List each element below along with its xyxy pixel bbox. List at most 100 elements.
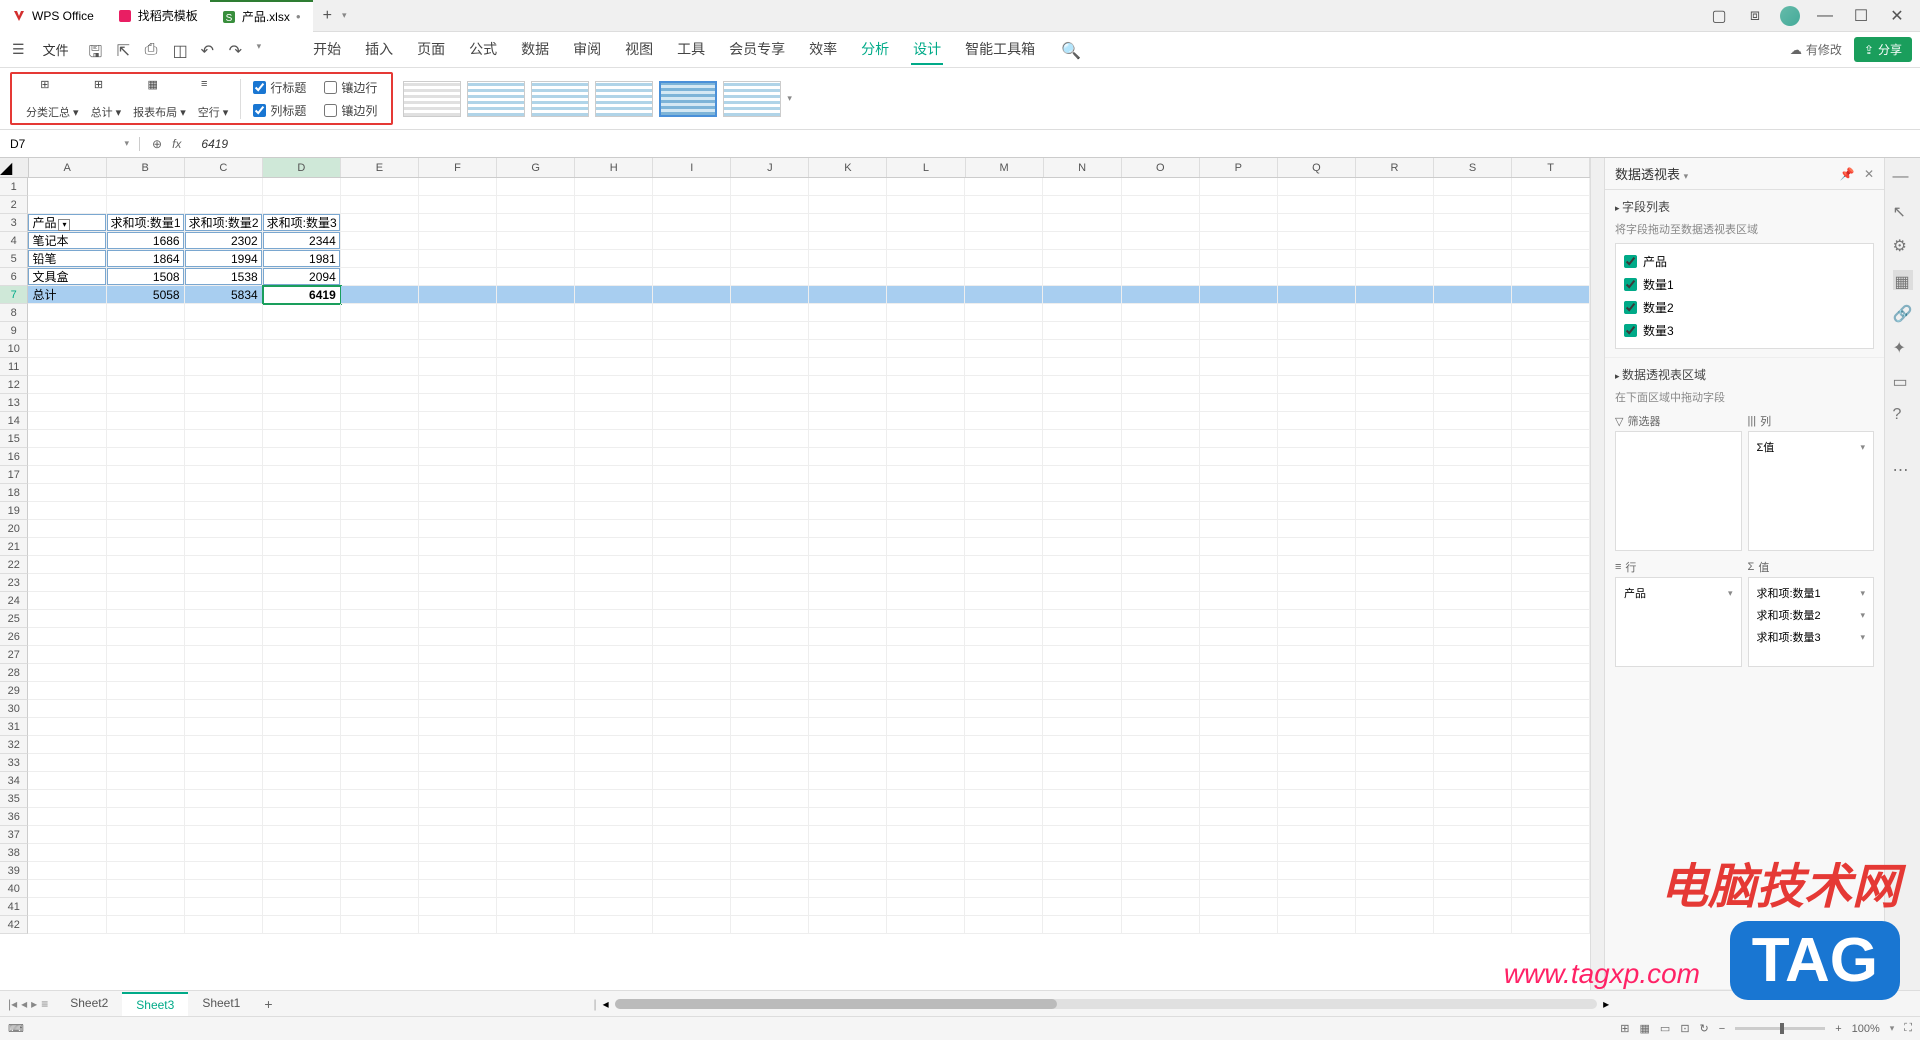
cell-R17[interactable] — [1356, 466, 1434, 484]
cell-M16[interactable] — [965, 448, 1043, 466]
menu-tab-5[interactable]: 审阅 — [571, 35, 603, 65]
cell-H34[interactable] — [575, 772, 653, 790]
cell-D30[interactable] — [263, 700, 341, 718]
cell-D34[interactable] — [263, 772, 341, 790]
cell-F11[interactable] — [419, 358, 497, 376]
cell-N39[interactable] — [1043, 862, 1121, 880]
cell-J16[interactable] — [731, 448, 809, 466]
cell-P4[interactable] — [1200, 232, 1278, 250]
cell-T29[interactable] — [1512, 682, 1590, 700]
cell-N42[interactable] — [1043, 916, 1121, 934]
cell-L22[interactable] — [887, 556, 965, 574]
cell-L20[interactable] — [887, 520, 965, 538]
cell-K38[interactable] — [809, 844, 887, 862]
cell-O27[interactable] — [1122, 646, 1200, 664]
cell-N1[interactable] — [1043, 178, 1121, 196]
cell-G8[interactable] — [497, 304, 575, 322]
cell-K13[interactable] — [809, 394, 887, 412]
cell-P23[interactable] — [1200, 574, 1278, 592]
cell-E14[interactable] — [341, 412, 419, 430]
cell-Q29[interactable] — [1278, 682, 1356, 700]
cell-O22[interactable] — [1122, 556, 1200, 574]
cell-M35[interactable] — [965, 790, 1043, 808]
print-icon[interactable]: ⎙ — [145, 41, 163, 59]
cell-K7[interactable] — [809, 286, 887, 304]
cell-E7[interactable] — [341, 286, 419, 304]
col-header-O[interactable]: O — [1122, 158, 1200, 177]
cell-K26[interactable] — [809, 628, 887, 646]
cell-N4[interactable] — [1043, 232, 1121, 250]
cell-T26[interactable] — [1512, 628, 1590, 646]
cell-R31[interactable] — [1356, 718, 1434, 736]
cell-Q4[interactable] — [1278, 232, 1356, 250]
cell-F37[interactable] — [419, 826, 497, 844]
cell-I6[interactable] — [653, 268, 731, 286]
cell-R42[interactable] — [1356, 916, 1434, 934]
cell-D8[interactable] — [263, 304, 341, 322]
menu-tab-4[interactable]: 数据 — [519, 35, 551, 65]
cell-A19[interactable] — [28, 502, 106, 520]
cell-B41[interactable] — [107, 898, 185, 916]
cell-Q3[interactable] — [1278, 214, 1356, 232]
menu-tab-10[interactable]: 分析 — [859, 35, 891, 65]
field-item[interactable]: 数量3 — [1622, 319, 1867, 342]
cell-E30[interactable] — [341, 700, 419, 718]
cell-K19[interactable] — [809, 502, 887, 520]
cell-T11[interactable] — [1512, 358, 1590, 376]
cell-S2[interactable] — [1434, 196, 1512, 214]
cell-Q11[interactable] — [1278, 358, 1356, 376]
row-header-8[interactable]: 8 — [0, 304, 28, 322]
cell-D42[interactable] — [263, 916, 341, 934]
cell-L39[interactable] — [887, 862, 965, 880]
cell-N21[interactable] — [1043, 538, 1121, 556]
cell-D26[interactable] — [263, 628, 341, 646]
cell-A14[interactable] — [28, 412, 106, 430]
pin-icon[interactable]: 📌 — [1840, 167, 1855, 181]
cell-Q19[interactable] — [1278, 502, 1356, 520]
cell-A29[interactable] — [28, 682, 106, 700]
cell-K15[interactable] — [809, 430, 887, 448]
style-option-1[interactable] — [403, 81, 461, 117]
cell-J23[interactable] — [731, 574, 809, 592]
cell-C35[interactable] — [185, 790, 263, 808]
cell-L36[interactable] — [887, 808, 965, 826]
cell-S21[interactable] — [1434, 538, 1512, 556]
cell-L24[interactable] — [887, 592, 965, 610]
cell-E1[interactable] — [341, 178, 419, 196]
cell-I23[interactable] — [653, 574, 731, 592]
cell-B28[interactable] — [107, 664, 185, 682]
cell-O31[interactable] — [1122, 718, 1200, 736]
cell-C7[interactable]: 5834 — [185, 286, 263, 304]
cell-S24[interactable] — [1434, 592, 1512, 610]
row-header-26[interactable]: 26 — [0, 628, 28, 646]
cell-F22[interactable] — [419, 556, 497, 574]
zoom-slider[interactable] — [1735, 1027, 1825, 1030]
cell-O2[interactable] — [1122, 196, 1200, 214]
row-header-13[interactable]: 13 — [0, 394, 28, 412]
cell-J30[interactable] — [731, 700, 809, 718]
cell-L26[interactable] — [887, 628, 965, 646]
cell-D20[interactable] — [263, 520, 341, 538]
cell-R39[interactable] — [1356, 862, 1434, 880]
cell-N8[interactable] — [1043, 304, 1121, 322]
cell-O30[interactable] — [1122, 700, 1200, 718]
cell-G41[interactable] — [497, 898, 575, 916]
cell-G11[interactable] — [497, 358, 575, 376]
cell-P32[interactable] — [1200, 736, 1278, 754]
cell-B12[interactable] — [107, 376, 185, 394]
cell-H37[interactable] — [575, 826, 653, 844]
cell-D24[interactable] — [263, 592, 341, 610]
row-header-29[interactable]: 29 — [0, 682, 28, 700]
row-header-32[interactable]: 32 — [0, 736, 28, 754]
cell-M30[interactable] — [965, 700, 1043, 718]
cell-D39[interactable] — [263, 862, 341, 880]
cell-F14[interactable] — [419, 412, 497, 430]
drop-item[interactable]: 求和项:数量2▾ — [1753, 604, 1870, 626]
cell-B13[interactable] — [107, 394, 185, 412]
check-banded-col[interactable]: 镶边列 — [324, 102, 377, 119]
filter-drop-zone[interactable] — [1615, 431, 1742, 551]
cell-D4[interactable]: 2344 — [263, 232, 341, 250]
cell-K16[interactable] — [809, 448, 887, 466]
cell-J19[interactable] — [731, 502, 809, 520]
style-gallery-more-icon[interactable]: ▾ — [787, 93, 792, 104]
